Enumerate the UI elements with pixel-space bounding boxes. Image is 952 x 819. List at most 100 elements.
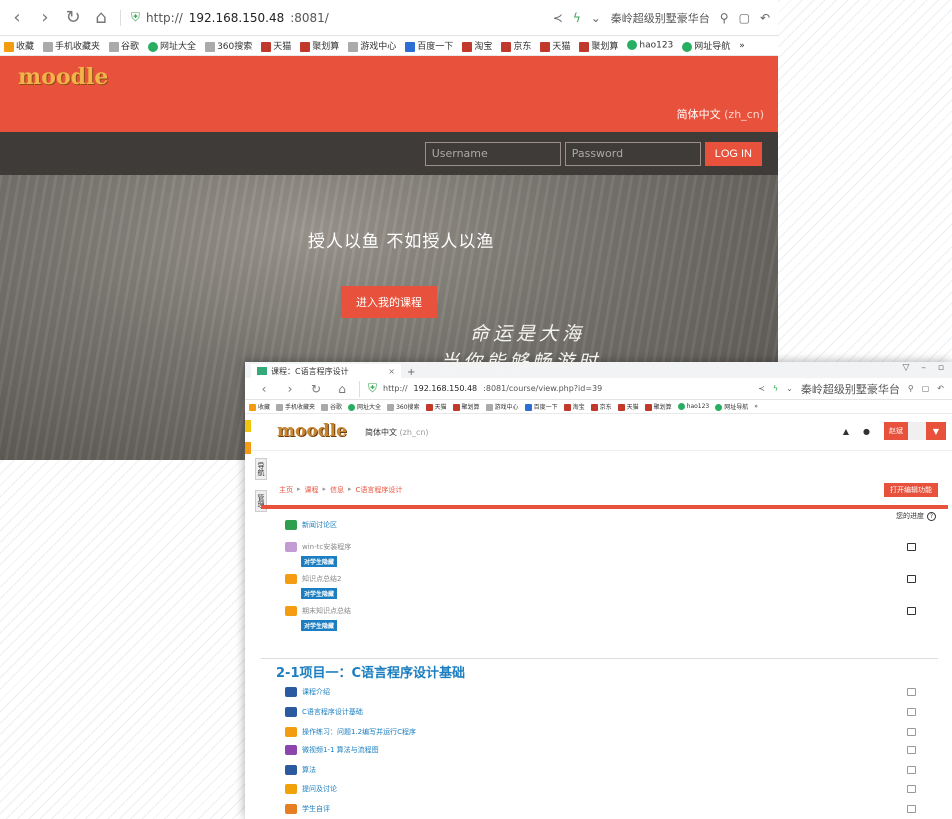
login-button[interactable]: LOG IN [704,141,762,166]
completion-checkbox[interactable] [907,607,916,615]
bookmark-item[interactable]: 游戏中心 [485,402,519,411]
message-icon[interactable]: ● [863,427,870,436]
activity-item[interactable]: 知识点总结2 [285,574,916,584]
activity-item[interactable]: 算法 [285,765,916,775]
password-field[interactable] [564,141,701,166]
bookmark-item[interactable]: 京东 [590,402,612,411]
browser-tab[interactable]: 课程：C语言程序设计 × [251,364,401,378]
bookmark-item[interactable]: 淘宝 [462,39,492,52]
home-icon[interactable]: ⌂ [333,383,351,395]
activity-label[interactable]: 课程介绍 [302,687,330,697]
activity-item[interactable]: 课程介绍 [285,687,916,697]
language-selector[interactable]: 简体中文 (zh_cn) [677,106,764,122]
bookmark-item[interactable]: 网址导航 [682,39,730,52]
address-bar[interactable]: ⛨ http:// 192.168.150.48:8081/ [131,10,543,25]
new-tab-icon[interactable]: + [407,367,415,378]
activity-label[interactable]: 算法 [302,765,316,775]
activity-label[interactable]: 操作练习：问题1.2编写并运行C程序 [302,727,416,737]
moodle-logo[interactable]: moodle [271,420,353,442]
bookmark-item[interactable]: hao123 [677,403,709,410]
activity-item[interactable]: 微视频1-1 算法与流程图 [285,745,916,755]
reload-icon[interactable]: ↻ [307,383,325,395]
completion-checkbox[interactable] [907,575,916,583]
back-icon[interactable]: ‹ [8,8,26,27]
close-icon[interactable]: × [388,367,395,376]
completion-checkbox[interactable] [907,805,916,813]
bookmark-item[interactable]: 手机收藏夹 [43,39,100,52]
activity-label[interactable]: 知识点总结2 [302,574,341,584]
bookmark-item[interactable]: » [754,403,758,410]
address-bar[interactable]: ⛨ http:// 192.168.150.48:8081/course/view… [368,381,750,396]
bookmark-item[interactable]: 聚划算 [644,402,672,411]
tab-icon[interactable]: ▢ [739,11,750,25]
activity-label[interactable]: win-tc安装程序 [302,542,351,552]
search-suggestion[interactable]: 秦岭超级别墅豪华台 [611,10,710,26]
bookmark-item[interactable]: » [739,41,745,51]
breadcrumb-link[interactable]: 信息 [330,485,344,495]
bookmark-item[interactable]: 360搜索 [205,39,252,52]
activity-label[interactable]: 微视频1-1 算法与流程图 [302,745,379,755]
activity-label[interactable]: C语言程序设计基础 [302,707,363,717]
restore-icon[interactable]: ▽ [902,363,909,373]
bookmark-item[interactable]: 天猫 [425,402,447,411]
bookmark-item[interactable]: 聚划算 [300,39,339,52]
undo-icon[interactable]: ↶ [760,11,770,25]
bookmark-item[interactable]: 网址大全 [348,402,381,411]
minimize-icon[interactable]: – [921,363,926,373]
bookmark-item[interactable]: 游戏中心 [348,39,396,52]
caret-down-icon[interactable]: ▼ [926,422,946,440]
side-tab-navigation[interactable]: 导航 [255,458,267,480]
bookmark-item[interactable]: 天猫 [540,39,570,52]
bookmark-item[interactable]: 淘宝 [563,402,585,411]
activity-item[interactable]: C语言程序设计基础 [285,707,916,717]
bookmark-item[interactable]: 手机收藏夹 [276,402,315,411]
bookmark-item[interactable]: 京东 [501,39,531,52]
bookmark-item[interactable]: 天猫 [617,402,639,411]
help-icon[interactable]: ? [927,512,936,521]
forward-icon[interactable]: › [281,383,299,395]
bookmark-item[interactable]: 聚划算 [452,402,480,411]
activity-item[interactable]: 学生自评 [285,804,916,814]
language-selector[interactable]: 简体中文 (zh_cn) [365,427,429,438]
chevron-down-icon[interactable]: ⌄ [591,11,601,25]
breadcrumb-link[interactable]: 课程 [305,485,319,495]
bookmark-item[interactable]: 聚划算 [579,39,618,52]
breadcrumb-link[interactable]: C语言程序设计 [356,485,403,495]
lightning-icon[interactable]: ϟ [773,384,778,393]
moodle-logo[interactable]: moodle [12,62,114,92]
completion-checkbox[interactable] [907,543,916,551]
user-menu[interactable]: 赵斌 ▼ [884,422,946,440]
activity-label[interactable]: 期末知识点总结 [302,606,351,616]
search-icon[interactable]: ⚲ [720,11,729,25]
undo-icon[interactable]: ↶ [937,384,944,393]
forward-icon[interactable]: › [36,8,54,27]
activity-label[interactable]: 提问及讨论 [302,784,337,794]
completion-checkbox[interactable] [907,766,916,774]
bookmark-item[interactable]: 360搜索 [387,402,420,411]
share-icon[interactable]: ≺ [553,11,563,25]
completion-checkbox[interactable] [907,785,916,793]
reload-icon[interactable]: ↻ [64,8,82,27]
bookmark-item[interactable]: 收藏 [249,402,270,411]
username-field[interactable] [424,141,561,166]
back-icon[interactable]: ‹ [255,383,273,395]
bell-icon[interactable]: ▲ [843,427,849,436]
my-courses-button[interactable]: 进入我的课程 [341,286,437,318]
tab-icon[interactable]: ▢ [922,384,930,393]
activity-item[interactable]: 期末知识点总结 [285,606,916,616]
bookmark-item[interactable]: 网址大全 [148,39,196,52]
completion-checkbox[interactable] [907,688,916,696]
lightning-icon[interactable]: ϟ [573,11,581,25]
share-icon[interactable]: ≺ [758,384,765,393]
bookmark-item[interactable]: hao123 [627,40,673,51]
activity-label[interactable]: 新闻讨论区 [302,520,337,530]
activity-item[interactable]: 新闻讨论区 [285,520,916,530]
completion-checkbox[interactable] [907,728,916,736]
bookmark-item[interactable]: 收藏 [4,39,34,52]
activity-label[interactable]: 学生自评 [302,804,330,814]
activity-item[interactable]: 操作练习：问题1.2编写并运行C程序 [285,727,916,737]
completion-checkbox[interactable] [907,708,916,716]
home-icon[interactable]: ⌂ [92,8,110,27]
bookmark-item[interactable]: 谷歌 [109,39,139,52]
chevron-down-icon[interactable]: ⌄ [786,384,793,393]
